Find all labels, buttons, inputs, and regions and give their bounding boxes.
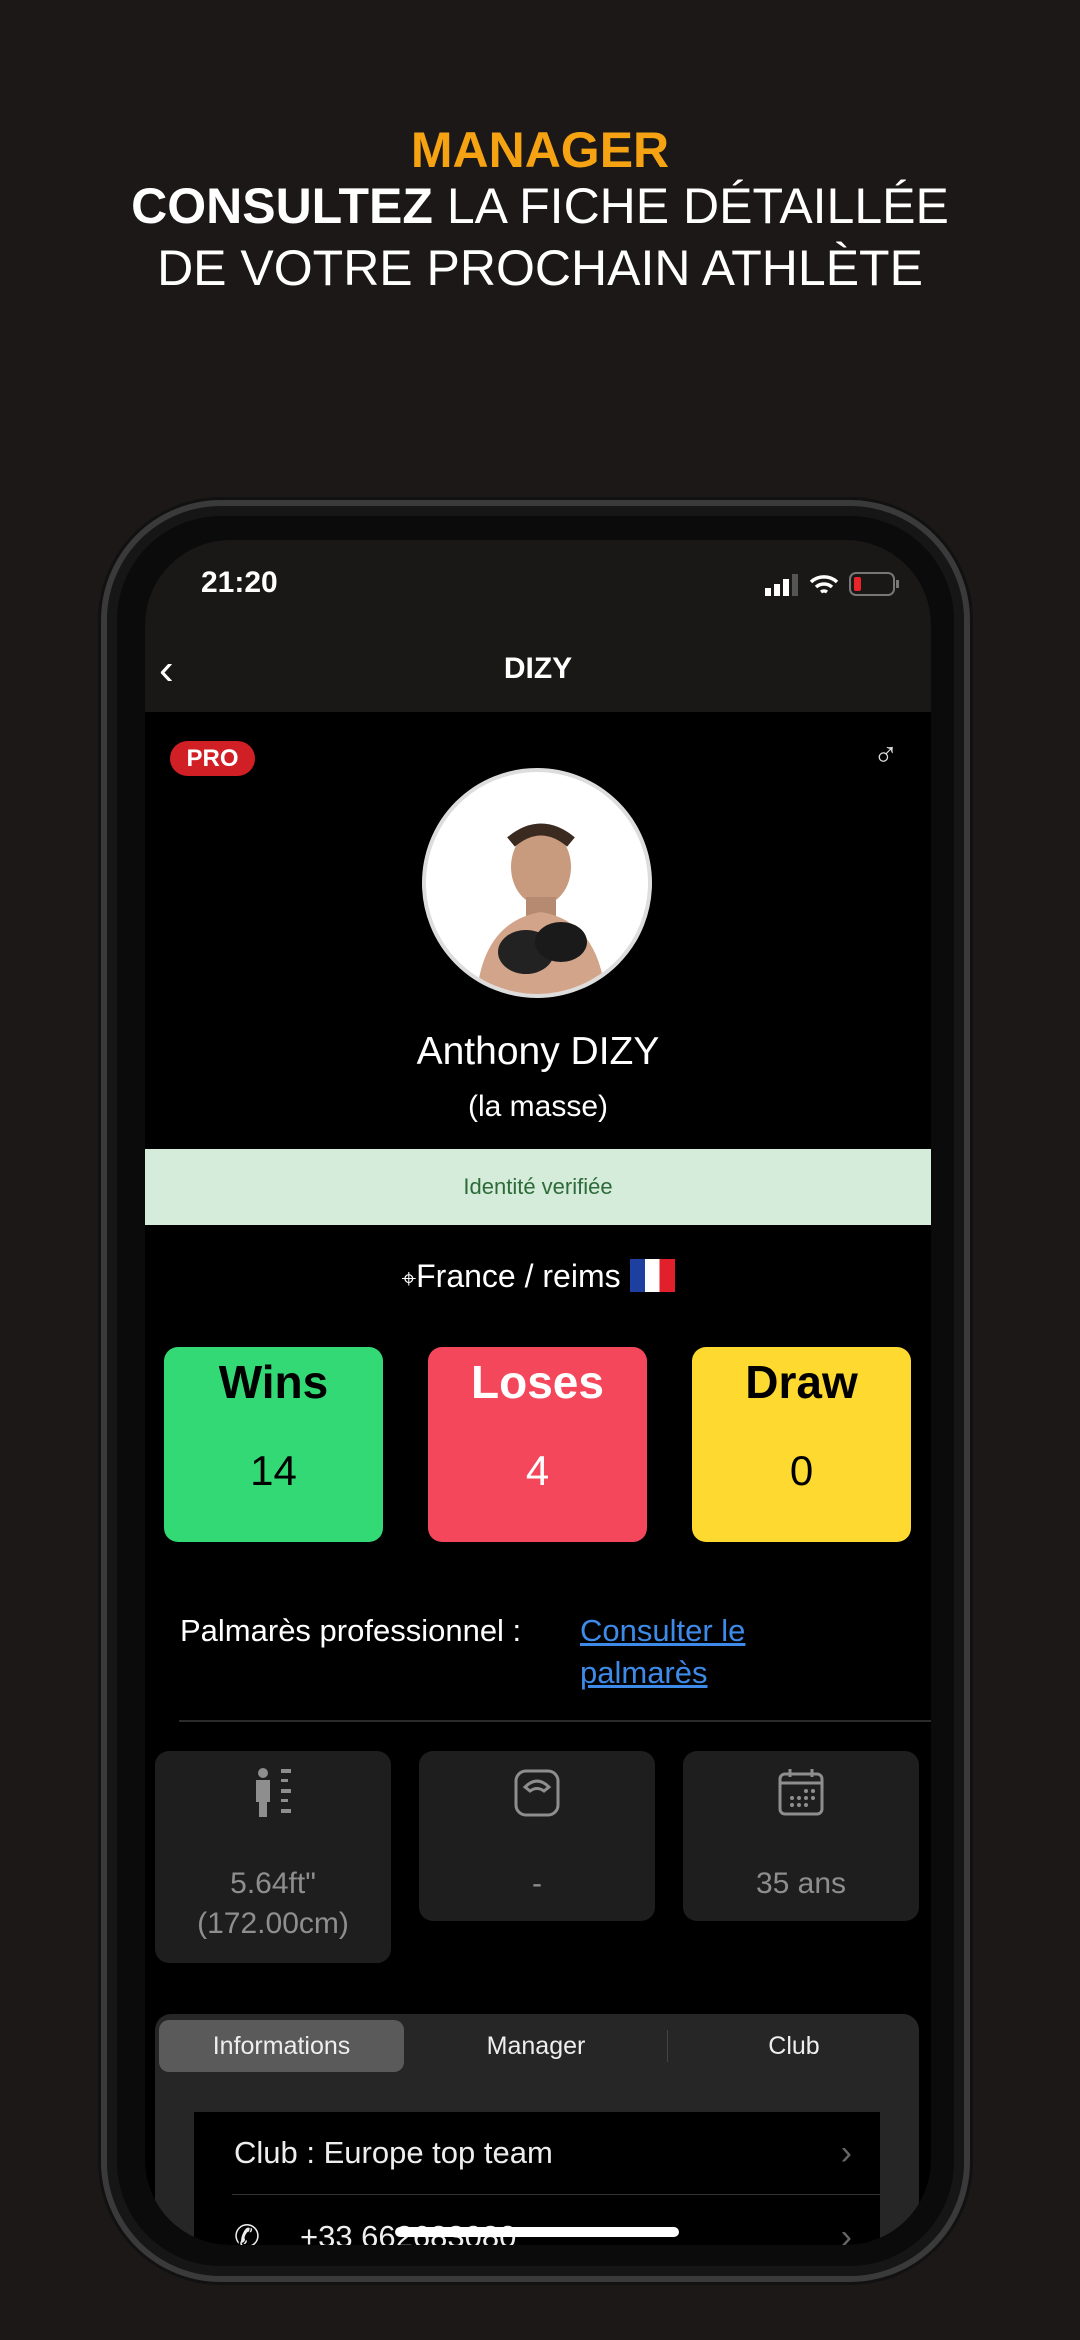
- stat-label: Draw: [745, 1356, 858, 1408]
- list-item-phone[interactable]: ✆+33 662683080›: [194, 2196, 880, 2245]
- height-cm: (172.00cm): [197, 1907, 349, 1940]
- height-card: 5.64ft" (172.00cm): [155, 1751, 391, 1963]
- stat-label: Loses: [471, 1356, 604, 1408]
- page-title: DIZY: [503, 652, 573, 685]
- tab-separator: [667, 2030, 668, 2062]
- status-time: 21:20: [201, 566, 278, 599]
- male-icon: ♂: [873, 736, 899, 774]
- palmares-label: Palmarès professionnel :: [180, 1613, 522, 1648]
- wifi-icon: [809, 575, 839, 594]
- stat-label: Wins: [218, 1356, 329, 1408]
- home-indicator: [395, 2227, 679, 2237]
- stat-value: 4: [525, 1447, 550, 1494]
- headline-line2: CONSULTEZ LA FICHE DÉTAILLÉE: [0, 176, 1080, 236]
- stat-loses: Loses 4: [428, 1347, 647, 1542]
- divider: [232, 2194, 880, 2195]
- list-item-club[interactable]: Club : Europe top team ›: [194, 2112, 880, 2194]
- headline-manager: MANAGER: [410, 122, 670, 178]
- height-ft: 5.64ft": [230, 1867, 316, 1900]
- stat-draw: Draw 0: [692, 1347, 911, 1542]
- tab-manager[interactable]: Manager: [411, 2020, 661, 2072]
- calendar-icon: [778, 1769, 824, 1816]
- pro-badge: PRO: [170, 741, 255, 776]
- chevron-right-icon: ›: [840, 2218, 852, 2245]
- athlete-photo: [476, 823, 606, 994]
- weight-card: -: [419, 1751, 655, 1921]
- weight-value: -: [532, 1867, 542, 1900]
- verified-banner: Identité verifiée: [145, 1149, 931, 1225]
- phone-screen: 21:20 ‹ DIZY PRO ♂ Anthony DIZY (la mass…: [145, 540, 931, 2245]
- divider: [179, 1720, 931, 1722]
- age-value: 35 ans: [755, 1867, 847, 1900]
- headline-rest: LA FICHE DÉTAILLÉE: [432, 178, 949, 234]
- tab-informations[interactable]: Informations: [159, 2020, 404, 2072]
- location: ⌖France / reims: [145, 1258, 931, 1295]
- status-icons: [765, 572, 899, 596]
- headline-bold: CONSULTEZ: [131, 178, 433, 234]
- athlete-name: Anthony DIZY: [416, 1030, 660, 1073]
- location-text: France / reims: [416, 1258, 621, 1294]
- scale-icon: [514, 1769, 560, 1817]
- signal-icon: [765, 574, 798, 596]
- avatar: [422, 768, 652, 998]
- club-text: Club : Europe top team: [234, 2135, 553, 2170]
- age-card: 35 ans: [683, 1751, 919, 1921]
- palmares-link[interactable]: Consulter le palmarès: [580, 1610, 800, 1694]
- location-pin-icon: ⌖: [401, 1263, 417, 1293]
- info-list: Club : Europe top team › ✆+33 662683080›: [194, 2112, 880, 2245]
- athlete-nickname: (la masse): [467, 1090, 609, 1123]
- stat-value: 0: [789, 1447, 814, 1494]
- tab-club[interactable]: Club: [669, 2020, 919, 2072]
- chevron-right-icon: ›: [840, 2134, 852, 2172]
- height-icon: [256, 1768, 291, 1817]
- battery-icon: [849, 572, 899, 596]
- stat-value: 14: [250, 1447, 297, 1494]
- phone-icon: ✆: [234, 2219, 260, 2245]
- headline-line3: DE VOTRE PROCHAIN ATHLÈTE: [157, 240, 923, 296]
- stat-wins: Wins 14: [164, 1347, 383, 1542]
- france-flag-icon: [629, 1259, 675, 1292]
